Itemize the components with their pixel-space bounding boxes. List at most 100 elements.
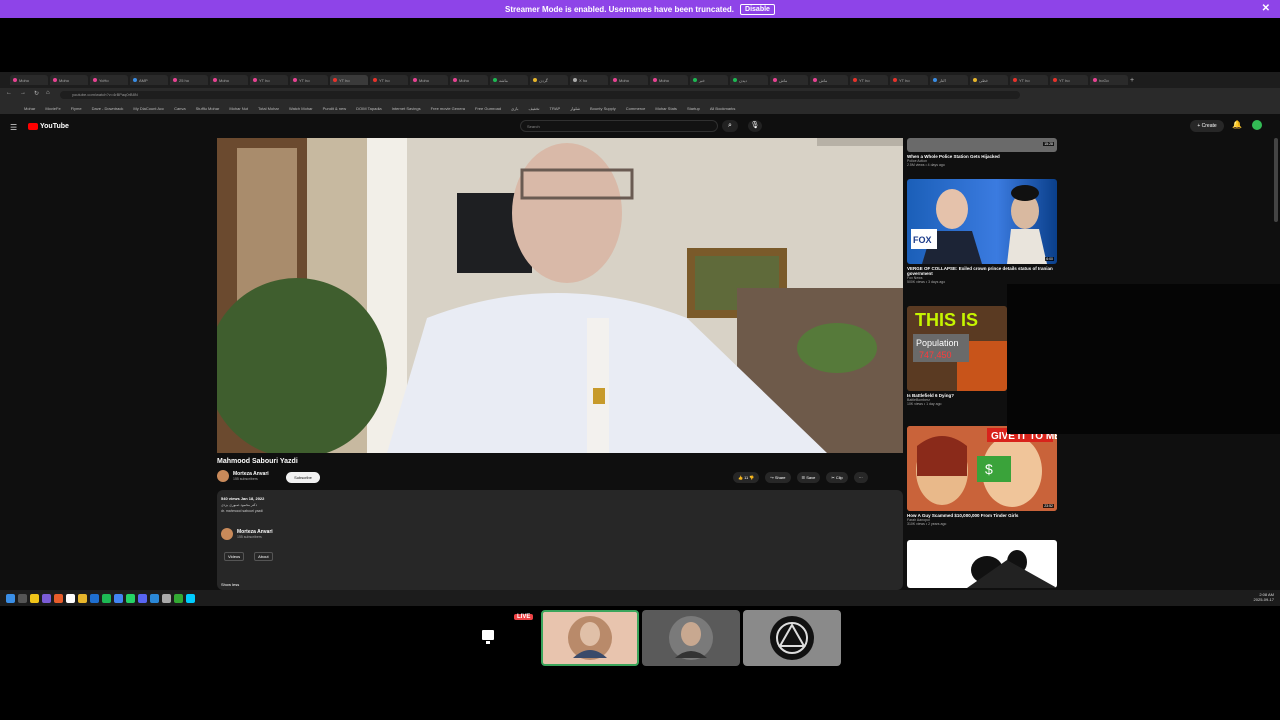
- whatsapp-icon[interactable]: [126, 593, 135, 603]
- menu-icon[interactable]: ☰: [10, 123, 17, 132]
- chrome-icon[interactable]: [114, 593, 123, 603]
- browser-tab[interactable]: خطی: [970, 75, 1008, 85]
- notepad-icon[interactable]: [66, 593, 75, 603]
- video-player[interactable]: [217, 138, 903, 453]
- telegram-icon[interactable]: [150, 593, 159, 603]
- reload-icon[interactable]: ↻: [34, 90, 39, 97]
- bookmark-item[interactable]: Bounty Supply: [590, 106, 616, 111]
- bookmark-item[interactable]: TRAP: [550, 106, 561, 111]
- share-button[interactable]: ↪ Share: [765, 472, 791, 483]
- show-less-button[interactable]: Show less: [221, 582, 239, 587]
- bookmark-item[interactable]: All Bookmarks: [710, 106, 736, 111]
- browser-tab[interactable]: X ho: [570, 75, 608, 85]
- browser-tab[interactable]: YT ho: [1050, 75, 1088, 85]
- new-tab-icon[interactable]: +: [1130, 77, 1134, 84]
- bookmark-item[interactable]: Dave - Downtrack: [92, 106, 124, 111]
- back-icon[interactable]: ←: [6, 90, 12, 96]
- browser-tab[interactable]: YT ho: [890, 75, 928, 85]
- scrollbar[interactable]: [1274, 138, 1278, 222]
- sidebar-video[interactable]: $ GIVE IT TO ME 23:52 How A Guy Scammed …: [907, 426, 1057, 526]
- browser-tab[interactable]: گردن: [530, 75, 568, 85]
- browser-tab[interactable]: YT ho: [1010, 75, 1048, 85]
- avatar[interactable]: [1252, 120, 1262, 130]
- browser-tab[interactable]: YoHo: [90, 75, 128, 85]
- video-thumbnail[interactable]: [907, 540, 1057, 588]
- like-button[interactable]: 👍 11 👎: [733, 472, 760, 483]
- browser-tab[interactable]: Moho: [50, 75, 88, 85]
- home-icon[interactable]: ⌂: [46, 90, 50, 96]
- browser-tab[interactable]: YT ho: [850, 75, 888, 85]
- browser-tab[interactable]: Moho: [10, 75, 48, 85]
- description-box[interactable]: [217, 490, 903, 590]
- more-options-button[interactable]: ⋯: [853, 472, 868, 483]
- bookmark-item[interactable]: Mohar Nut: [229, 106, 248, 111]
- bookmark-item[interactable]: Mohar Stats: [655, 106, 677, 111]
- bookmark-item[interactable]: MovieFe: [45, 106, 60, 111]
- browser-tab[interactable]: ماشه: [490, 75, 528, 85]
- video-title[interactable]: VERGE OF COLLAPSE: Exiled crown prince d…: [907, 266, 1057, 276]
- close-icon[interactable]: ✕: [1262, 3, 1270, 14]
- disable-button[interactable]: Disable: [740, 3, 775, 15]
- bookmark-item[interactable]: Startup: [687, 106, 700, 111]
- participant-tile[interactable]: [743, 610, 841, 666]
- video-thumbnail[interactable]: $ GIVE IT TO ME 23:52: [907, 426, 1057, 511]
- about-link[interactable]: About: [254, 552, 273, 561]
- bookmark-item[interactable]: DOIM Tapadia: [356, 106, 382, 111]
- forward-icon[interactable]: →: [20, 90, 26, 96]
- bookmark-item[interactable]: Watch Mohar: [289, 106, 313, 111]
- bookmark-item[interactable]: Free Gumroad: [475, 106, 501, 111]
- file-explorer-icon[interactable]: [30, 593, 39, 603]
- search-icon[interactable]: [18, 593, 27, 603]
- bookmark-item[interactable]: Commerce: [626, 106, 646, 111]
- clip-button[interactable]: ✂ Clip: [826, 472, 848, 483]
- app-icon[interactable]: [174, 593, 183, 603]
- bell-icon[interactable]: 🔔: [1232, 120, 1242, 129]
- browser-tab[interactable]: YT ho: [250, 75, 288, 85]
- firefox-icon[interactable]: [54, 593, 63, 603]
- browser-tab[interactable]: التار: [930, 75, 968, 85]
- bookmark-item[interactable]: شلوار: [570, 106, 580, 111]
- url-field[interactable]: youtube.com/watch?v=4rBPaq0rB8N: [60, 91, 1020, 99]
- browser-tab[interactable]: YT ho: [290, 75, 328, 85]
- spotify-icon[interactable]: [102, 593, 111, 603]
- create-button[interactable]: + Create: [1190, 120, 1224, 132]
- steam-icon[interactable]: [162, 593, 171, 603]
- browser-tab[interactable]: YT ho: [330, 75, 368, 85]
- microphone-icon[interactable]: 🎙: [748, 120, 762, 132]
- bookmark-item[interactable]: بازی: [511, 106, 518, 111]
- start-icon[interactable]: [6, 593, 15, 603]
- bookmark-item[interactable]: Flyme: [71, 106, 82, 111]
- bookmark-item[interactable]: Free movie Genera: [431, 106, 465, 111]
- browser-tab[interactable]: دیدن: [730, 75, 768, 85]
- edge-icon[interactable]: [90, 593, 99, 603]
- browser-tab[interactable]: Moho: [450, 75, 488, 85]
- bookmark-item[interactable]: Total Mohar: [258, 106, 279, 111]
- browser-tab[interactable]: hoGo: [1090, 75, 1128, 85]
- youtube-logo[interactable]: YouTube: [28, 123, 69, 130]
- save-button[interactable]: ☰ Save: [796, 472, 821, 483]
- teams-icon[interactable]: [42, 593, 51, 603]
- bookmark-item[interactable]: Pundit & new: [323, 106, 347, 111]
- description-channel[interactable]: Morteza Anvari 155 subscribers: [221, 528, 273, 540]
- bookmark-item[interactable]: Internet Savings: [392, 106, 421, 111]
- participant-tile-speaking[interactable]: [541, 610, 639, 666]
- browser-tab[interactable]: ماش: [770, 75, 808, 85]
- video-thumbnail[interactable]: THIS IS Population 747,450: [907, 306, 1007, 391]
- bookmark-item[interactable]: Mohar: [24, 106, 35, 111]
- bookmark-item[interactable]: Canva: [174, 106, 186, 111]
- browser-tab[interactable]: AMP: [130, 75, 168, 85]
- browser-tab[interactable]: Moho: [410, 75, 448, 85]
- sidebar-video[interactable]: [907, 540, 1057, 588]
- browser-tab[interactable]: ماش: [810, 75, 848, 85]
- video-thumbnail[interactable]: 15:28: [907, 138, 1057, 152]
- browser-tab[interactable]: 25 ho: [170, 75, 208, 85]
- browser-tab[interactable]: YT ho: [370, 75, 408, 85]
- video-thumbnail[interactable]: FOX 6:00: [907, 179, 1057, 264]
- bookmark-item[interactable]: My DiaCount Acc: [133, 106, 164, 111]
- channel-avatar[interactable]: [221, 528, 233, 540]
- videos-link[interactable]: Videos: [224, 552, 245, 561]
- app-icon[interactable]: [186, 593, 195, 603]
- browser-tab[interactable]: خبر: [690, 75, 728, 85]
- sidebar-video[interactable]: FOX 6:00 VERGE OF COLLAPSE: Exiled crown…: [907, 179, 1057, 284]
- browser-tab[interactable]: Moho: [610, 75, 648, 85]
